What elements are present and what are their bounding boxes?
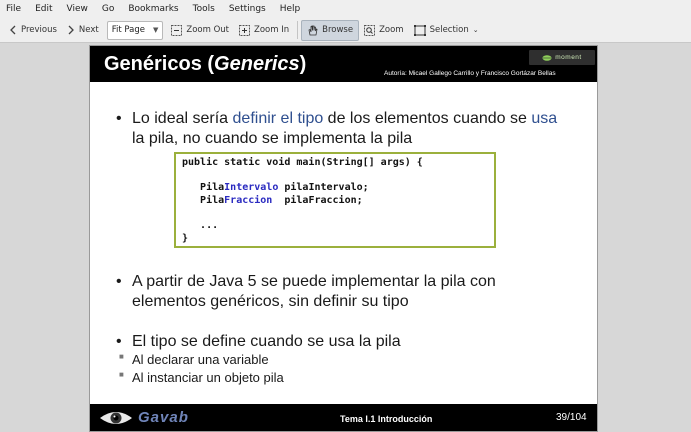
bullet-1-text: Lo ideal sería definir el tipo de los el… xyxy=(132,110,558,147)
zoom-tool-button[interactable]: Zoom xyxy=(359,20,409,41)
bullet-dot: • xyxy=(116,110,122,127)
leaf-icon xyxy=(542,54,552,61)
sub-bullet-mark: ■ xyxy=(119,352,124,361)
slide-footer: Gavab Tema I.1 Introducción 39/104 xyxy=(90,404,597,431)
next-label: Next xyxy=(78,25,99,35)
menu-bar: File Edit View Go Bookmarks Tools Settin… xyxy=(0,0,691,18)
selection-label: Selection xyxy=(429,25,469,35)
zoom-in-icon xyxy=(239,24,250,36)
toolbar-separator xyxy=(297,21,299,39)
next-button[interactable]: Next xyxy=(62,20,104,41)
selection-tool-button[interactable]: Selection ⌄ xyxy=(409,20,484,41)
code-line-5: } xyxy=(182,233,189,244)
zoom-mode-select[interactable]: Fit Page ▼ xyxy=(106,20,164,40)
gavab-brand: Gavab xyxy=(138,409,189,426)
slide-title-text: Genéricos ( xyxy=(104,53,215,75)
browse-button[interactable]: Browse xyxy=(301,19,360,41)
code-line-2: PilaIntervalo pilaIntervalo; xyxy=(182,182,369,193)
zoom-in-label: Zoom In xyxy=(254,25,290,35)
zoom-icon xyxy=(364,24,376,36)
code-block: public static void main(String[] args) {… xyxy=(174,152,496,248)
chevron-right-icon xyxy=(68,25,74,35)
bullet-dot: • xyxy=(116,333,122,350)
sub-bullet-2: ■ Al instanciar un objeto pila xyxy=(119,370,284,385)
chevron-down-icon: ▼ xyxy=(152,26,159,34)
menu-view[interactable]: View xyxy=(67,4,88,14)
slide-title-close: ) xyxy=(299,53,307,75)
menu-tools[interactable]: Tools xyxy=(193,4,215,14)
code-line-1: public static void main(String[] args) { xyxy=(182,157,423,168)
previous-button[interactable]: Previous xyxy=(4,20,62,41)
code-line-4: ... xyxy=(182,220,219,231)
sub-bullet-1-text: Al declarar una variable xyxy=(132,352,269,367)
slide-title: Genéricos (Generics) xyxy=(104,53,306,76)
chevron-down-icon: ⌄ xyxy=(472,26,479,34)
footer-topic: Tema I.1 Introducción xyxy=(340,414,433,424)
logo-text: moment xyxy=(555,54,582,61)
moment-logo: moment xyxy=(529,50,595,65)
slide-header: Genéricos (Generics) moment Autoría: Mic… xyxy=(90,46,597,82)
slide-author: Autoría: Micael Gallego Carrillo y Franc… xyxy=(384,70,556,77)
page-number: 39/104 xyxy=(556,412,587,423)
zoom-mode-value: Fit Page xyxy=(111,25,145,35)
menu-help[interactable]: Help xyxy=(280,4,301,14)
sub-bullet-mark: ■ xyxy=(119,370,124,379)
bullet-2-text: A partir de Java 5 se puede implementar … xyxy=(132,273,496,310)
code-line-3: PilaFraccion pilaFraccion; xyxy=(182,195,363,206)
slide-page: Genéricos (Generics) moment Autoría: Mic… xyxy=(89,45,598,432)
menu-go[interactable]: Go xyxy=(102,4,114,14)
chevron-left-icon xyxy=(10,25,16,35)
sub-bullet-2-text: Al instanciar un objeto pila xyxy=(132,370,284,385)
zoom-out-button[interactable]: Zoom Out xyxy=(166,20,234,41)
selection-icon xyxy=(413,24,426,36)
sub-bullet-1: ■ Al declarar una variable xyxy=(119,352,269,367)
browse-label: Browse xyxy=(322,25,354,35)
zoom-tool-label: Zoom xyxy=(379,25,404,35)
toolbar: Previous Next Fit Page ▼ Zoom Out Zoom I… xyxy=(0,18,691,43)
menu-settings[interactable]: Settings xyxy=(229,4,266,14)
menu-edit[interactable]: Edit xyxy=(35,4,52,14)
zoom-out-label: Zoom Out xyxy=(186,25,229,35)
hand-icon xyxy=(308,24,318,35)
zoom-in-button[interactable]: Zoom In xyxy=(234,20,294,41)
menu-file[interactable]: File xyxy=(6,4,21,14)
slide-title-italic: Generics xyxy=(214,53,300,75)
previous-label: Previous xyxy=(21,25,57,35)
zoom-out-icon xyxy=(171,24,183,36)
bullet-dot: • xyxy=(116,273,122,290)
bullet-3-text: El tipo se define cuando se usa la pila xyxy=(132,333,401,350)
eye-icon xyxy=(100,412,132,424)
menu-bookmarks[interactable]: Bookmarks xyxy=(128,4,178,14)
